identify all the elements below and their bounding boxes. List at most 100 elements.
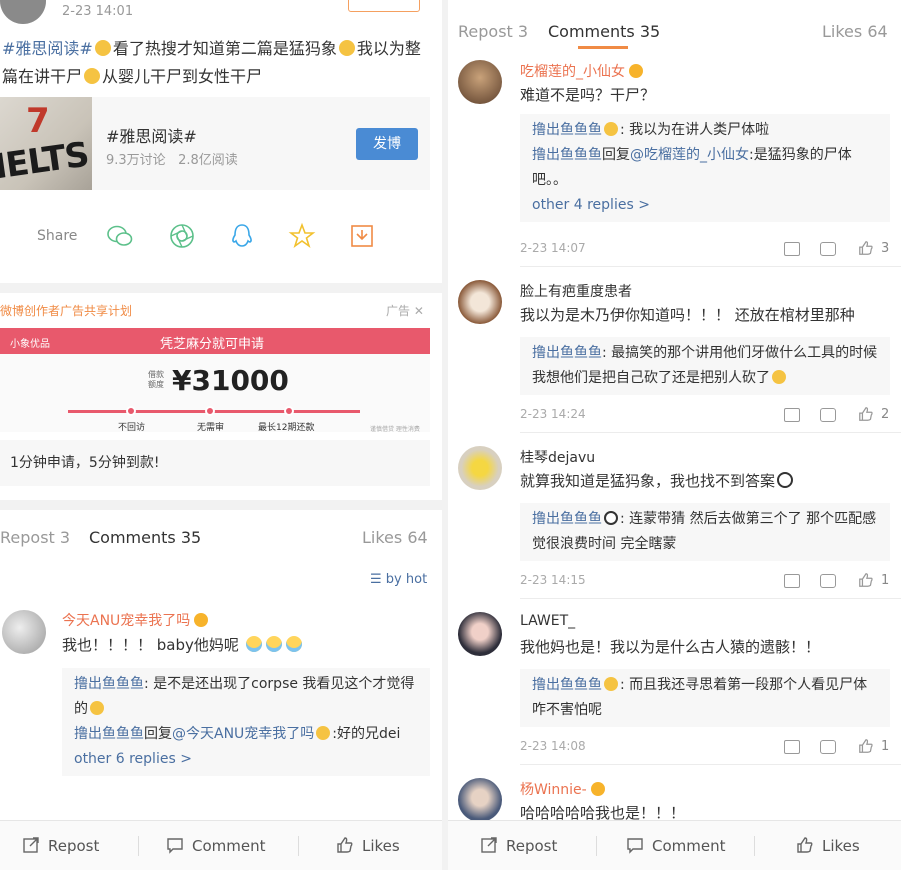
- ad-close-icon[interactable]: ✕: [414, 304, 424, 318]
- tab-likes[interactable]: Likes 64: [362, 528, 428, 547]
- comment-divider: [520, 598, 901, 599]
- commenter-avatar[interactable]: [458, 446, 502, 490]
- repost-icon: [23, 837, 39, 853]
- repost-comment-icon[interactable]: [784, 408, 800, 422]
- crying-laugh-emoji-icon: [245, 636, 262, 652]
- doge-emoji-icon: [338, 40, 355, 56]
- commenter-name-text: 桂琴dejavu: [520, 450, 596, 466]
- comment-text-content: 我也！！！！ baby他妈呢: [62, 636, 239, 654]
- commenter-avatar[interactable]: [458, 280, 502, 324]
- post-time: 2-23 14:01: [62, 4, 134, 19]
- reply-author[interactable]: 撸出鱼鱼鱼: [532, 122, 602, 138]
- repost-comment-icon[interactable]: [784, 740, 800, 754]
- repost-button[interactable]: Repost: [22, 836, 99, 855]
- reply-author[interactable]: 撸出鱼鱼鱼: [532, 147, 602, 163]
- reply-author[interactable]: 撸出鱼鱼鱼: [532, 677, 602, 693]
- tab-likes[interactable]: Likes 64: [822, 22, 888, 41]
- comment-button[interactable]: Comment: [626, 836, 726, 855]
- commenter-avatar[interactable]: [458, 60, 502, 104]
- comment-label: Comment: [652, 837, 726, 855]
- reply-box[interactable]: 撸出鱼鱼鱼: 连蒙带猜 然后去做第三个了 那个匹配感觉很浪费时间 完全瞎蒙: [520, 503, 890, 561]
- commenter-avatar[interactable]: [2, 610, 46, 654]
- ad-tag[interactable]: 广告 ✕: [386, 302, 424, 319]
- qq-icon[interactable]: [228, 222, 256, 250]
- reply-comment-icon[interactable]: [820, 242, 836, 256]
- save-icon[interactable]: [348, 222, 376, 250]
- tab-repost[interactable]: Repost 3: [458, 22, 528, 41]
- repost-comment-icon[interactable]: [784, 242, 800, 256]
- likes-button[interactable]: Likes: [336, 836, 400, 855]
- ad-caption[interactable]: 1分钟申请，5分钟到款!: [0, 440, 430, 486]
- laugh-emoji-icon: [772, 370, 786, 384]
- reply-box[interactable]: 撸出鱼鱼鱼: 而且我还寻思着第一段那个人看见尸体咋不害怕呢: [520, 669, 890, 727]
- moments-icon[interactable]: [168, 222, 196, 250]
- post-author-avatar[interactable]: [0, 0, 46, 24]
- share-label: Share: [37, 228, 78, 244]
- topic-card[interactable]: 7 IELTS #雅思阅读# 9.3万讨论 2.8亿阅读 发博: [0, 97, 430, 190]
- commenter-name[interactable]: LAWET_: [520, 613, 575, 629]
- commenter-avatar[interactable]: [458, 612, 502, 656]
- tab-underline: [578, 46, 628, 49]
- tab-repost[interactable]: Repost 3: [0, 528, 70, 547]
- thumbs-up-icon[interactable]: [858, 406, 874, 422]
- commenter-name[interactable]: 今天ANU宠幸我了吗: [62, 610, 209, 630]
- commenter-name[interactable]: 杨Winnie-: [520, 779, 605, 799]
- repost-comment-icon[interactable]: [784, 574, 800, 588]
- thumbs-up-icon[interactable]: [858, 240, 874, 256]
- tab-comments[interactable]: Comments 35: [89, 528, 201, 547]
- reply-box[interactable]: 撸出鱼鱼鱼: 我以为在讲人类尸体啦 撸出鱼鱼鱼回复@吃榴莲的_小仙女:是猛犸象的…: [520, 114, 890, 222]
- reply-box[interactable]: 撸出鱼鱼鱼: 最搞笑的那个讲用他们牙做什么工具的时候 我想他们是把自己砍了还是把…: [520, 337, 890, 395]
- reply-comment-icon[interactable]: [820, 408, 836, 422]
- reply-item: 撸出鱼鱼鱼回复@吃榴莲的_小仙女:是猛犸象的尸体吧。。: [532, 143, 878, 193]
- reply-mention[interactable]: @吃榴莲的_小仙女: [630, 147, 749, 163]
- commenter-name[interactable]: 脸上有疤重度患者: [520, 281, 632, 301]
- post-text: #雅思阅读# 看了热搜才知道第二篇是猛犸象 我以为整篇在讲干尸 从婴儿干尸到女性干尸: [2, 35, 432, 91]
- comment-icon: [167, 838, 183, 854]
- commenter-name[interactable]: 桂琴dejavu: [520, 447, 595, 467]
- repost-button[interactable]: Repost: [480, 836, 557, 855]
- commenter-name-text: LAWET_: [520, 613, 576, 629]
- comment-label: Comment: [192, 837, 266, 855]
- qzone-star-icon[interactable]: [288, 222, 316, 250]
- thumbs-up-icon[interactable]: [858, 738, 874, 754]
- reply-comment-icon[interactable]: [820, 740, 836, 754]
- post-text-part: 看了热搜才知道第二篇是猛犸象: [112, 39, 337, 58]
- sort-by-hot[interactable]: ☰ by hot: [370, 572, 427, 587]
- reply-author[interactable]: 撸出鱼鱼鱼: [532, 511, 602, 527]
- laugh-emoji-icon: [604, 677, 618, 691]
- ad-banner[interactable]: 小象优品 凭芝麻分就可申请 借款额度 ¥31000 不回访 无需审 最长12期还…: [0, 328, 430, 433]
- follow-button[interactable]: [348, 0, 420, 12]
- commenter-name[interactable]: 吃榴莲的_小仙女: [520, 61, 643, 81]
- more-replies-link[interactable]: other 4 replies >: [532, 193, 878, 218]
- reply-author[interactable]: 撸出鱼鱼鱼: [74, 676, 144, 692]
- doge-emoji-icon: [84, 68, 101, 84]
- reply-box[interactable]: 撸出鱼鱼鱼: 是不是还出现了corpse 我看见这个才觉得的 撸出鱼鱼鱼回复@今…: [62, 668, 430, 776]
- ad-amount: ¥31000: [172, 364, 289, 397]
- ad-step: 不回访: [118, 423, 146, 433]
- tab-comments[interactable]: Comments 35: [548, 22, 660, 41]
- comment-button[interactable]: Comment: [166, 836, 266, 855]
- reply-comment-icon[interactable]: [820, 574, 836, 588]
- panda-emoji-icon: [777, 472, 794, 488]
- reply-text: :好的兄dei: [332, 726, 401, 742]
- reply-mention[interactable]: @今天ANU宠幸我了吗: [172, 726, 314, 742]
- commenter-avatar[interactable]: [458, 778, 502, 822]
- reply-author[interactable]: 撸出鱼鱼鱼: [532, 345, 602, 361]
- comment-divider: [520, 764, 901, 765]
- likes-label: Likes: [362, 837, 400, 855]
- topic-stats: 9.3万讨论 2.8亿阅读: [106, 149, 238, 168]
- vip-badge-icon: [194, 613, 209, 627]
- likes-button[interactable]: Likes: [796, 836, 860, 855]
- repost-label: Repost: [506, 837, 558, 855]
- reply-author[interactable]: 撸出鱼鱼鱼: [74, 726, 144, 742]
- ad-fine-print: 谨慎借贷 理性消费: [370, 426, 420, 433]
- commenter-name-text: 吃榴莲的_小仙女: [520, 64, 625, 80]
- like-count: 1: [881, 573, 890, 588]
- ad-step: 最长12期还款: [258, 423, 315, 433]
- post-hashtag[interactable]: #雅思阅读#: [2, 39, 93, 58]
- comment-divider: [520, 432, 901, 433]
- more-replies-link[interactable]: other 6 replies >: [74, 747, 418, 772]
- wechat-icon[interactable]: [106, 222, 134, 250]
- thumbs-up-icon[interactable]: [858, 572, 874, 588]
- post-to-topic-button[interactable]: 发博: [356, 128, 418, 160]
